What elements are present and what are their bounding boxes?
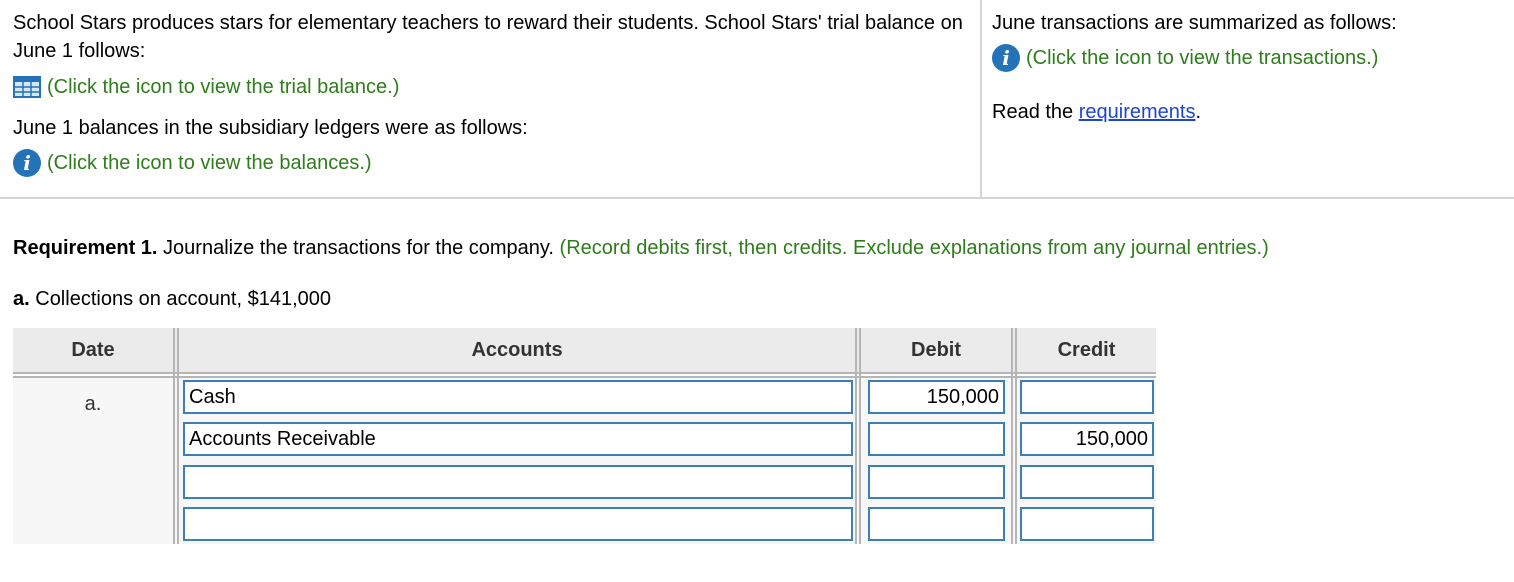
debit-input-row-2[interactable] [868,422,1005,456]
table-grid-icon[interactable] [13,76,41,98]
requirement-label: Requirement 1. [13,237,158,259]
credit-input-row-1[interactable] [1020,380,1154,414]
part-text: Collections on account, $141,000 [29,288,332,310]
journal-entry-table: Date Accounts Debit Credit a. [13,328,1156,544]
balances-link-text[interactable]: (Click the icon to view the balances.) [47,149,372,177]
credit-input-row-2[interactable] [1020,422,1154,456]
transactions-link[interactable]: i (Click the icon to view the transactio… [992,44,1512,72]
requirement-heading: Requirement 1. Journalize the transactio… [13,234,1508,262]
credit-header: Credit [1057,339,1116,361]
journal-header: Date Accounts Debit Credit [13,328,1156,372]
credit-input-row-3[interactable] [1020,465,1154,499]
problem-info-panel: School Stars produces stars for elementa… [0,0,1514,200]
debit-input-row-4[interactable] [868,507,1005,541]
transactions-text: June transactions are summarized as foll… [992,12,1397,34]
side-info: June transactions are summarized as foll… [992,9,1512,126]
column-separator [173,328,179,544]
column-divider [980,0,982,198]
info-icon[interactable]: i [992,44,1020,72]
debit-input-row-1[interactable] [868,380,1005,414]
credit-input-row-4[interactable] [1020,507,1154,541]
column-separator [1011,328,1017,544]
column-separator [855,328,861,544]
requirement-text: Journalize the transactions for the comp… [157,237,554,259]
transaction-part: a. Collections on account, $141,000 [13,285,331,313]
balances-link[interactable]: i (Click the icon to view the balances.) [13,149,973,177]
trial-balance-link-text[interactable]: (Click the icon to view the trial balanc… [47,73,399,101]
problem-description: School Stars produces stars for elementa… [13,9,973,177]
debit-header: Debit [911,339,961,361]
read-suffix: . [1195,101,1202,123]
accounts-header: Accounts [471,339,563,361]
part-label: a. [13,288,30,310]
read-requirements-line: Read the requirements. [992,98,1512,126]
debit-input-row-3[interactable] [868,465,1005,499]
subsidiary-ledger-text: June 1 balances in the subsidiary ledger… [13,117,528,139]
header-separator [13,372,1156,378]
read-prefix: Read the [992,101,1079,123]
requirements-link[interactable]: requirements [1079,101,1196,123]
info-icon[interactable]: i [13,149,41,177]
trial-balance-link[interactable]: (Click the icon to view the trial balanc… [13,73,973,101]
account-input-row-2[interactable] [183,422,853,456]
account-input-row-3[interactable] [183,465,853,499]
date-cell: a. [84,393,102,415]
transactions-link-text[interactable]: (Click the icon to view the transactions… [1026,44,1378,72]
panel-divider [0,197,1514,199]
intro-paragraph: School Stars produces stars for elementa… [13,12,963,62]
account-input-row-1[interactable] [183,380,853,414]
date-header: Date [71,339,115,361]
account-input-row-4[interactable] [183,507,853,541]
requirement-instruction: (Record debits first, then credits. Excl… [554,237,1269,259]
